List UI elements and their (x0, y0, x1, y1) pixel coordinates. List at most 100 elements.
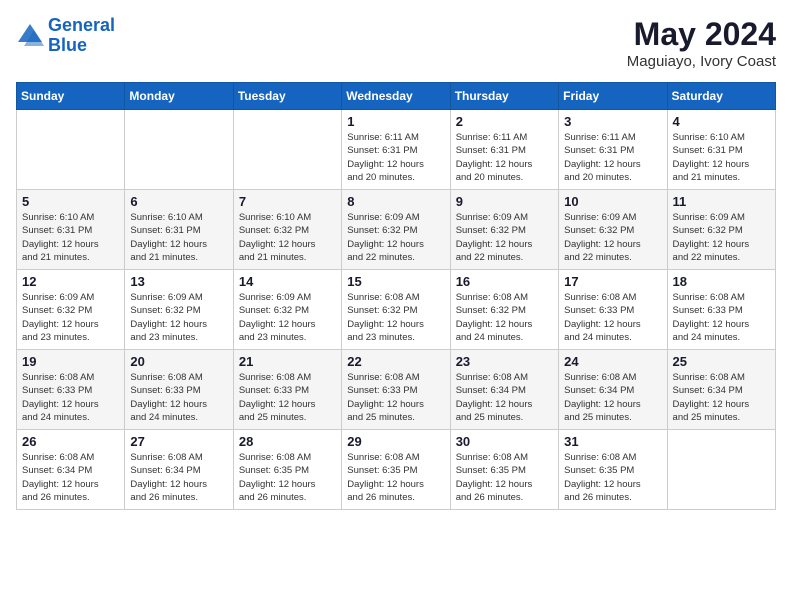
day-cell-7: 7Sunrise: 6:10 AM Sunset: 6:32 PM Daylig… (233, 190, 341, 270)
day-cell-18: 18Sunrise: 6:08 AM Sunset: 6:33 PM Dayli… (667, 270, 775, 350)
day-info: Sunrise: 6:08 AM Sunset: 6:34 PM Dayligh… (456, 371, 553, 424)
day-cell-9: 9 Sunrise: 6:09 AM Sunset: 6:32 PM Daylig… (450, 190, 558, 270)
day-cell-23: 23 Sunrise: 6:08 AM Sunset: 6:34 PM Dayli… (450, 350, 558, 430)
week-row-1: 1 Sunrise: 6:11 AM Sunset: 6:31 PM Daylig… (17, 110, 776, 190)
day-cell-22: 22Sunrise: 6:08 AM Sunset: 6:33 PM Dayli… (342, 350, 450, 430)
day-number: 4 (673, 114, 770, 129)
day-cell-27: 27Sunrise: 6:08 AM Sunset: 6:34 PM Dayli… (125, 430, 233, 510)
day-cell-17: 17 Sunrise: 6:08 AM Sunset: 6:33 PM Dayli… (559, 270, 667, 350)
empty-cell (667, 430, 775, 510)
week-row-3: 12 Sunrise: 6:09 AM Sunset: 6:32 PM Dayli… (17, 270, 776, 350)
day-info: Sunrise: 6:08 AM Sunset: 6:33 PM Dayligh… (347, 371, 444, 424)
day-info: Sunrise: 6:08 AM Sunset: 6:33 PM Dayligh… (564, 291, 661, 344)
day-cell-3: 3Sunrise: 6:11 AM Sunset: 6:31 PM Daylig… (559, 110, 667, 190)
day-number: 29 (347, 434, 444, 449)
day-info: Sunrise: 6:09 AM Sunset: 6:32 PM Dayligh… (239, 291, 336, 344)
day-cell-12: 12 Sunrise: 6:09 AM Sunset: 6:32 PM Dayli… (17, 270, 125, 350)
day-number: 16 (456, 274, 553, 289)
day-number: 3 (564, 114, 661, 129)
day-info: Sunrise: 6:09 AM Sunset: 6:32 PM Dayligh… (673, 211, 770, 264)
day-number: 23 (456, 354, 553, 369)
day-info: Sunrise: 6:08 AM Sunset: 6:33 PM Dayligh… (130, 371, 227, 424)
day-number: 20 (130, 354, 227, 369)
day-number: 24 (564, 354, 661, 369)
day-cell-24: 24 Sunrise: 6:08 AM Sunset: 6:34 PM Dayli… (559, 350, 667, 430)
location: Maguiayo, Ivory Coast (627, 53, 776, 70)
day-cell-4: 4 Sunrise: 6:10 AM Sunset: 6:31 PM Daylig… (667, 110, 775, 190)
logo-text: General Blue (48, 16, 115, 56)
day-number: 5 (22, 194, 119, 209)
day-number: 21 (239, 354, 336, 369)
day-info: Sunrise: 6:08 AM Sunset: 6:34 PM Dayligh… (22, 451, 119, 504)
day-cell-13: 13Sunrise: 6:09 AM Sunset: 6:32 PM Dayli… (125, 270, 233, 350)
day-number: 1 (347, 114, 444, 129)
logo-line2: Blue (48, 35, 87, 55)
day-number: 12 (22, 274, 119, 289)
calendar-table: SundayMondayTuesdayWednesdayThursdayFrid… (16, 82, 776, 510)
day-number: 25 (673, 354, 770, 369)
day-info: Sunrise: 6:08 AM Sunset: 6:35 PM Dayligh… (456, 451, 553, 504)
day-cell-5: 5 Sunrise: 6:10 AM Sunset: 6:31 PM Daylig… (17, 190, 125, 270)
day-info: Sunrise: 6:08 AM Sunset: 6:34 PM Dayligh… (564, 371, 661, 424)
day-info: Sunrise: 6:08 AM Sunset: 6:33 PM Dayligh… (22, 371, 119, 424)
day-number: 28 (239, 434, 336, 449)
empty-cell (125, 110, 233, 190)
day-cell-8: 8 Sunrise: 6:09 AM Sunset: 6:32 PM Daylig… (342, 190, 450, 270)
day-number: 11 (673, 194, 770, 209)
day-cell-14: 14Sunrise: 6:09 AM Sunset: 6:32 PM Dayli… (233, 270, 341, 350)
header-day-friday: Friday (559, 83, 667, 110)
day-cell-6: 6Sunrise: 6:10 AM Sunset: 6:31 PM Daylig… (125, 190, 233, 270)
logo-icon (16, 22, 44, 50)
header-day-sunday: Sunday (17, 83, 125, 110)
day-cell-25: 25 Sunrise: 6:08 AM Sunset: 6:34 PM Dayli… (667, 350, 775, 430)
header-day-saturday: Saturday (667, 83, 775, 110)
logo-line1: General (48, 15, 115, 35)
day-cell-21: 21 Sunrise: 6:08 AM Sunset: 6:33 PM Dayli… (233, 350, 341, 430)
day-number: 13 (130, 274, 227, 289)
header-day-tuesday: Tuesday (233, 83, 341, 110)
day-cell-10: 10Sunrise: 6:09 AM Sunset: 6:32 PM Dayli… (559, 190, 667, 270)
day-info: Sunrise: 6:09 AM Sunset: 6:32 PM Dayligh… (347, 211, 444, 264)
day-info: Sunrise: 6:08 AM Sunset: 6:32 PM Dayligh… (456, 291, 553, 344)
day-cell-20: 20 Sunrise: 6:08 AM Sunset: 6:33 PM Dayli… (125, 350, 233, 430)
day-info: Sunrise: 6:08 AM Sunset: 6:34 PM Dayligh… (673, 371, 770, 424)
empty-cell (233, 110, 341, 190)
week-row-4: 19Sunrise: 6:08 AM Sunset: 6:33 PM Dayli… (17, 350, 776, 430)
header-day-monday: Monday (125, 83, 233, 110)
day-number: 2 (456, 114, 553, 129)
week-row-5: 26Sunrise: 6:08 AM Sunset: 6:34 PM Dayli… (17, 430, 776, 510)
day-info: Sunrise: 6:09 AM Sunset: 6:32 PM Dayligh… (564, 211, 661, 264)
calendar-header: SundayMondayTuesdayWednesdayThursdayFrid… (17, 83, 776, 110)
day-number: 9 (456, 194, 553, 209)
day-cell-11: 11 Sunrise: 6:09 AM Sunset: 6:32 PM Dayli… (667, 190, 775, 270)
day-cell-30: 30 Sunrise: 6:08 AM Sunset: 6:35 PM Dayli… (450, 430, 558, 510)
day-info: Sunrise: 6:10 AM Sunset: 6:31 PM Dayligh… (673, 131, 770, 184)
page-header: General Blue May 2024 Maguiayo, Ivory Co… (16, 16, 776, 70)
day-info: Sunrise: 6:08 AM Sunset: 6:35 PM Dayligh… (347, 451, 444, 504)
day-info: Sunrise: 6:08 AM Sunset: 6:35 PM Dayligh… (239, 451, 336, 504)
day-info: Sunrise: 6:09 AM Sunset: 6:32 PM Dayligh… (22, 291, 119, 344)
month-year: May 2024 (627, 16, 776, 53)
day-number: 27 (130, 434, 227, 449)
day-number: 30 (456, 434, 553, 449)
day-number: 15 (347, 274, 444, 289)
header-day-wednesday: Wednesday (342, 83, 450, 110)
week-row-2: 5 Sunrise: 6:10 AM Sunset: 6:31 PM Daylig… (17, 190, 776, 270)
day-cell-19: 19Sunrise: 6:08 AM Sunset: 6:33 PM Dayli… (17, 350, 125, 430)
day-cell-16: 16 Sunrise: 6:08 AM Sunset: 6:32 PM Dayli… (450, 270, 558, 350)
day-info: Sunrise: 6:10 AM Sunset: 6:31 PM Dayligh… (22, 211, 119, 264)
day-number: 6 (130, 194, 227, 209)
day-cell-2: 2 Sunrise: 6:11 AM Sunset: 6:31 PM Daylig… (450, 110, 558, 190)
day-info: Sunrise: 6:08 AM Sunset: 6:33 PM Dayligh… (673, 291, 770, 344)
calendar-body: 1 Sunrise: 6:11 AM Sunset: 6:31 PM Daylig… (17, 110, 776, 510)
empty-cell (17, 110, 125, 190)
day-cell-28: 28 Sunrise: 6:08 AM Sunset: 6:35 PM Dayli… (233, 430, 341, 510)
day-info: Sunrise: 6:11 AM Sunset: 6:31 PM Dayligh… (456, 131, 553, 184)
day-cell-26: 26Sunrise: 6:08 AM Sunset: 6:34 PM Dayli… (17, 430, 125, 510)
day-info: Sunrise: 6:08 AM Sunset: 6:32 PM Dayligh… (347, 291, 444, 344)
day-info: Sunrise: 6:08 AM Sunset: 6:33 PM Dayligh… (239, 371, 336, 424)
day-info: Sunrise: 6:10 AM Sunset: 6:32 PM Dayligh… (239, 211, 336, 264)
day-info: Sunrise: 6:09 AM Sunset: 6:32 PM Dayligh… (456, 211, 553, 264)
day-number: 8 (347, 194, 444, 209)
day-number: 17 (564, 274, 661, 289)
